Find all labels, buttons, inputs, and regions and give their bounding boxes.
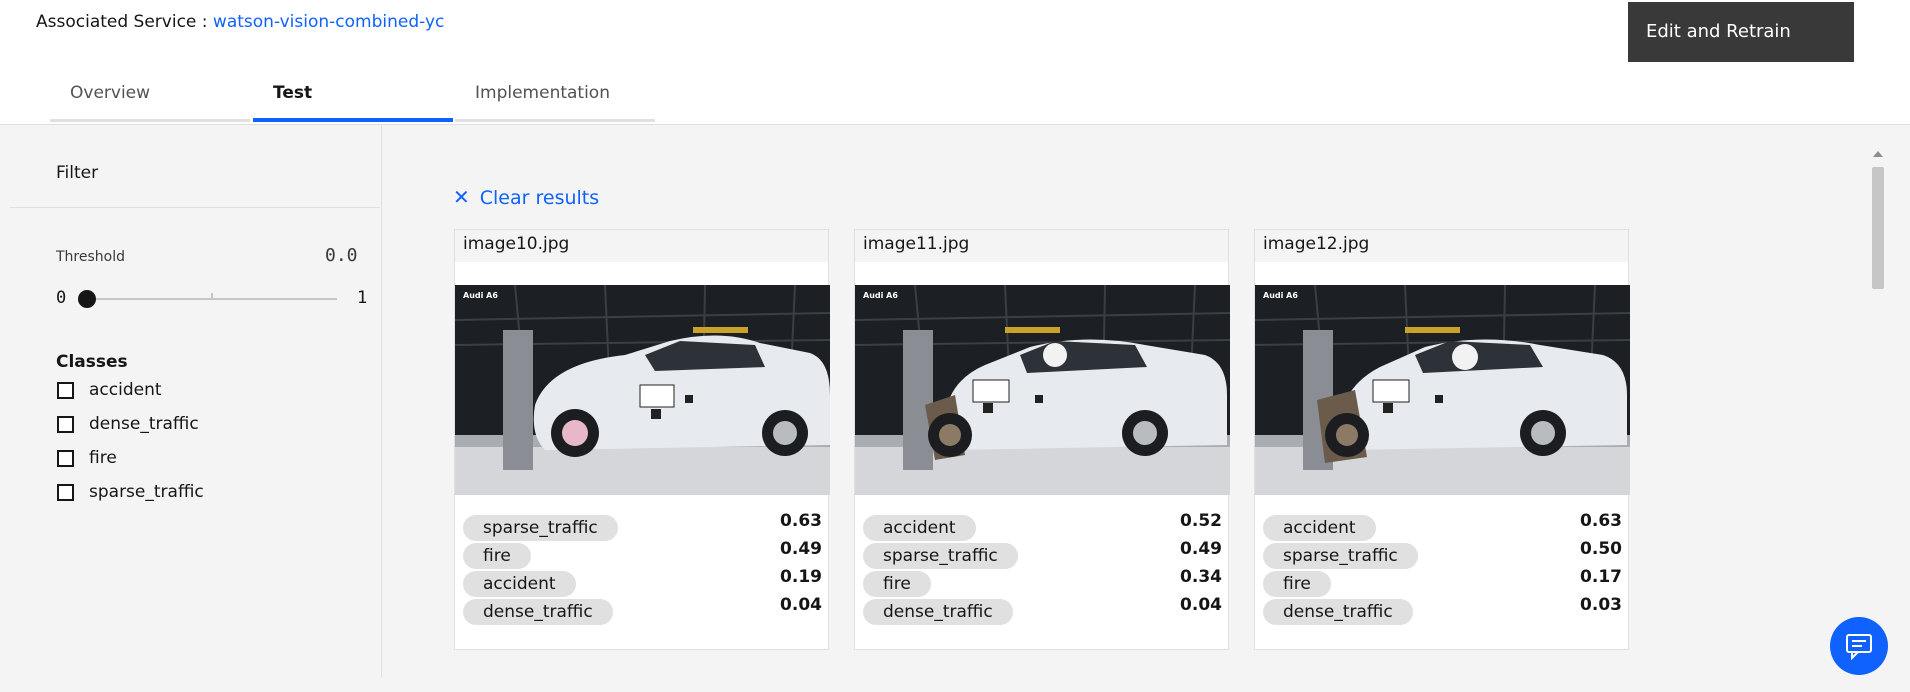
chat-icon bbox=[1846, 634, 1872, 661]
crash-test-image: Audi A6 bbox=[455, 285, 830, 495]
slider-midpoint-tick bbox=[211, 293, 213, 299]
class-tag: fire bbox=[863, 571, 931, 597]
checkbox[interactable] bbox=[57, 382, 74, 399]
class-score: 0.17 bbox=[1580, 567, 1622, 587]
associated-service: Associated Service : watson-vision-combi… bbox=[36, 12, 444, 32]
test-content: Filter Threshold 0.0 0 1 Classes acciden… bbox=[0, 125, 1910, 692]
threshold-slider-handle[interactable] bbox=[78, 290, 96, 308]
image-filename: image11.jpg bbox=[863, 234, 970, 254]
page-header: Associated Service : watson-vision-combi… bbox=[0, 0, 1910, 125]
tab-overview[interactable]: Overview bbox=[50, 60, 250, 122]
crash-test-image: Audi A6 bbox=[1255, 285, 1630, 495]
image-filename: image12.jpg bbox=[1263, 234, 1370, 254]
photo-caption: Audi A6 bbox=[463, 291, 498, 300]
tab-label: Implementation bbox=[475, 83, 610, 103]
tab-label: Test bbox=[273, 83, 313, 103]
result-card[interactable]: image11.jpg Audi A6 accident 0.52 sparse… bbox=[854, 229, 1230, 650]
scrollbar-thumb[interactable] bbox=[1872, 167, 1884, 289]
edit-and-retrain-button[interactable]: Edit and Retrain bbox=[1628, 2, 1854, 62]
class-label: fire bbox=[89, 448, 117, 468]
class-score: 0.04 bbox=[1180, 595, 1222, 615]
chat-button[interactable] bbox=[1830, 617, 1888, 675]
checkbox[interactable] bbox=[57, 450, 74, 467]
prediction-row: sparse_traffic 0.49 bbox=[863, 539, 1222, 569]
class-score: 0.03 bbox=[1580, 595, 1622, 615]
class-label: dense_traffic bbox=[89, 414, 199, 434]
filter-title: Filter bbox=[56, 163, 99, 183]
prediction-row: dense_traffic 0.03 bbox=[1263, 595, 1622, 625]
card-header: image10.jpg bbox=[455, 230, 828, 262]
checkbox[interactable] bbox=[57, 484, 74, 501]
prediction-row: accident 0.19 bbox=[463, 567, 822, 597]
prediction-row: sparse_traffic 0.63 bbox=[463, 511, 822, 541]
tab-label: Overview bbox=[70, 83, 151, 103]
checkbox[interactable] bbox=[57, 416, 74, 433]
photo-caption: Audi A6 bbox=[1263, 291, 1298, 300]
class-label: sparse_traffic bbox=[89, 482, 204, 502]
slider-max-label: 1 bbox=[357, 288, 368, 308]
class-tag: fire bbox=[463, 543, 531, 569]
prediction-row: fire 0.49 bbox=[463, 539, 822, 569]
prediction-row: dense_traffic 0.04 bbox=[863, 595, 1222, 625]
class-score: 0.19 bbox=[780, 567, 822, 587]
image-filename: image10.jpg bbox=[463, 234, 570, 254]
class-tag: dense_traffic bbox=[463, 599, 613, 625]
filter-divider bbox=[10, 207, 380, 208]
class-tag: accident bbox=[463, 571, 576, 597]
class-tag: accident bbox=[1263, 515, 1376, 541]
prediction-row: fire 0.34 bbox=[863, 567, 1222, 597]
class-tag: accident bbox=[863, 515, 976, 541]
class-tag: dense_traffic bbox=[863, 599, 1013, 625]
prediction-row: accident 0.52 bbox=[863, 511, 1222, 541]
class-label: accident bbox=[89, 380, 162, 400]
card-header: image12.jpg bbox=[1255, 230, 1628, 262]
class-tag: sparse_traffic bbox=[463, 515, 618, 541]
class-score: 0.49 bbox=[780, 539, 822, 559]
class-score: 0.63 bbox=[1580, 511, 1622, 531]
result-card[interactable]: image12.jpg Audi A6 accident 0.63 sparse… bbox=[1254, 229, 1630, 650]
scroll-up-arrow-icon[interactable] bbox=[1873, 151, 1883, 157]
class-score: 0.04 bbox=[780, 595, 822, 615]
tab-test[interactable]: Test bbox=[253, 60, 453, 122]
tab-implementation[interactable]: Implementation bbox=[455, 60, 655, 122]
crash-test-image: Audi A6 bbox=[855, 285, 1230, 495]
card-header: image11.jpg bbox=[855, 230, 1228, 262]
prediction-row: fire 0.17 bbox=[1263, 567, 1622, 597]
class-tag: fire bbox=[1263, 571, 1331, 597]
clear-results-label: Clear results bbox=[479, 187, 600, 209]
class-score: 0.49 bbox=[1180, 539, 1222, 559]
result-card[interactable]: image10.jpg Audi A6 sparse_traffic 0.63 bbox=[454, 229, 830, 650]
prediction-row: dense_traffic 0.04 bbox=[463, 595, 822, 625]
clear-results-button[interactable]: ✕ Clear results bbox=[453, 185, 599, 209]
photo-caption: Audi A6 bbox=[863, 291, 898, 300]
prediction-row: sparse_traffic 0.50 bbox=[1263, 539, 1622, 569]
classes-title: Classes bbox=[56, 352, 128, 372]
filter-panel: Filter Threshold 0.0 0 1 Classes acciden… bbox=[0, 125, 382, 677]
class-score: 0.63 bbox=[780, 511, 822, 531]
threshold-label: Threshold bbox=[56, 249, 125, 265]
associated-service-link[interactable]: watson-vision-combined-yc bbox=[213, 12, 444, 32]
associated-service-label: Associated Service : bbox=[36, 12, 208, 32]
class-tag: sparse_traffic bbox=[1263, 543, 1418, 569]
class-score: 0.50 bbox=[1580, 539, 1622, 559]
class-score: 0.52 bbox=[1180, 511, 1222, 531]
class-tag: sparse_traffic bbox=[863, 543, 1018, 569]
slider-min-label: 0 bbox=[56, 288, 67, 308]
class-tag: dense_traffic bbox=[1263, 599, 1413, 625]
prediction-row: accident 0.63 bbox=[1263, 511, 1622, 541]
threshold-value: 0.0 bbox=[325, 245, 358, 266]
class-score: 0.34 bbox=[1180, 567, 1222, 587]
close-icon: ✕ bbox=[453, 185, 470, 209]
